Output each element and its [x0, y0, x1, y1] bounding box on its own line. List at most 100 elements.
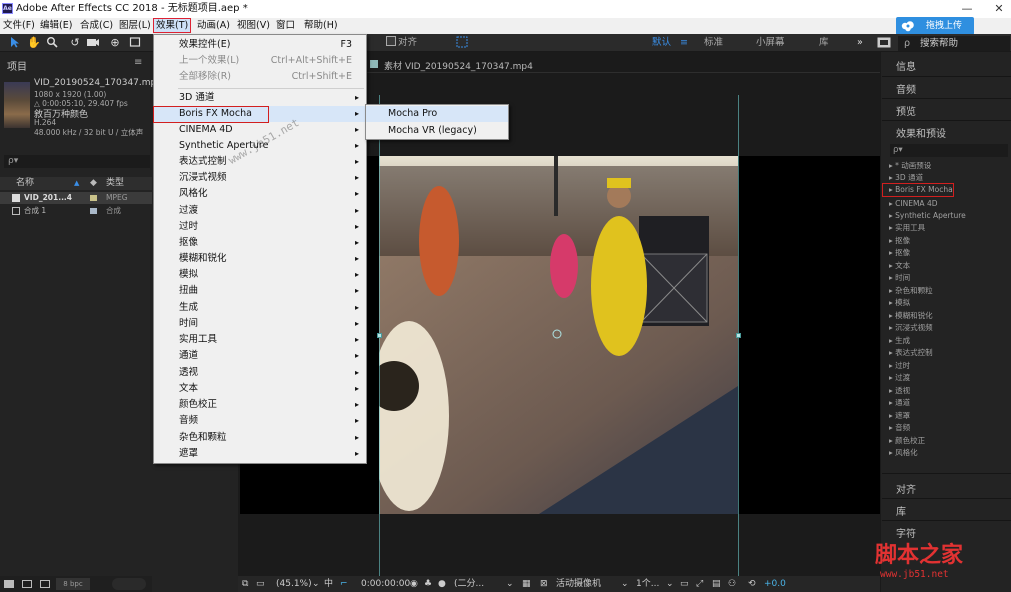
effect-category[interactable]: ▸ 模拟: [889, 297, 1009, 309]
workspace-menu-icon[interactable]: ≡: [680, 34, 688, 52]
effect-category[interactable]: ▸ CINEMA 4D: [889, 198, 1009, 210]
drag-upload-button[interactable]: 拖拽上传: [896, 17, 974, 35]
effect-category[interactable]: ▸ 文本: [889, 260, 1009, 272]
menu-item-stylize[interactable]: 风格化 ▸: [154, 186, 366, 202]
snap-options-icon[interactable]: [455, 36, 469, 50]
transparency-grid-icon[interactable]: ▦: [522, 576, 531, 592]
menu-item-time[interactable]: 时间 ▸: [154, 316, 366, 332]
viewer-tab[interactable]: 素材 VID_20190524_170347.mp4: [384, 59, 533, 72]
close-button[interactable]: ✕: [987, 0, 1011, 18]
menu-view[interactable]: 视图(V): [237, 18, 270, 34]
view-layout-dropdown[interactable]: 1个...: [636, 576, 659, 592]
menu-item-blur-sharpen[interactable]: 模糊和锐化 ▸: [154, 251, 366, 267]
preview-panel[interactable]: 预览: [896, 103, 916, 118]
effect-category[interactable]: ▸ 模糊和锐化: [889, 310, 1009, 322]
menu-help[interactable]: 帮助(H): [304, 18, 338, 34]
effect-category[interactable]: ▸ 抠像: [889, 247, 1009, 259]
menu-item-obsolete[interactable]: 过时 ▸: [154, 219, 366, 235]
region-of-interest-icon[interactable]: ⌐: [340, 576, 348, 592]
effect-category[interactable]: ▸ 遮罩: [889, 410, 1009, 422]
menu-item-last-effect[interactable]: 上一个效果(L) Ctrl+Alt+Shift+E: [154, 53, 366, 69]
workspace-libraries[interactable]: 库: [819, 34, 829, 52]
menu-file[interactable]: 文件(F): [3, 18, 35, 34]
transform-handle[interactable]: [377, 333, 382, 338]
snapshot-icon[interactable]: ◉: [410, 576, 418, 592]
menu-item-noise-grain[interactable]: 杂色和颗粒 ▸: [154, 430, 366, 446]
search-panel-icon[interactable]: [877, 37, 891, 51]
monitor-icon[interactable]: ▭: [256, 576, 265, 592]
camera-chevron-icon[interactable]: ⌄: [621, 576, 629, 592]
project-row[interactable]: VID_201...4 MPEG: [0, 192, 152, 204]
pan-behind-tool-icon[interactable]: ⊕: [108, 36, 122, 50]
effect-category[interactable]: ▸ * 动画预设: [889, 160, 1009, 172]
column-type[interactable]: 类型: [106, 177, 124, 190]
effect-category-boris-fx-mocha[interactable]: ▸ Boris FX Mocha: [882, 183, 954, 197]
menu-animation[interactable]: 动画(A): [197, 18, 230, 34]
submenu-item-mocha-pro[interactable]: Mocha Pro: [366, 106, 508, 122]
effect-category[interactable]: ▸ 风格化: [889, 447, 1009, 459]
menu-item-3d-channel[interactable]: 3D 通道 ▸: [154, 90, 366, 106]
new-composition-icon[interactable]: [40, 580, 50, 588]
workspace-default[interactable]: 默认: [652, 34, 671, 52]
menu-item-effect-controls[interactable]: 效果控件(E) F3: [154, 37, 366, 53]
effect-category[interactable]: ▸ 颜色校正: [889, 435, 1009, 447]
selection-tool-icon[interactable]: [8, 36, 22, 50]
menu-item-color-correction[interactable]: 颜色校正 ▸: [154, 397, 366, 413]
project-search-input[interactable]: ρ▾: [4, 155, 150, 168]
effect-category[interactable]: ▸ 过渡: [889, 372, 1009, 384]
effect-category[interactable]: ▸ 音频: [889, 422, 1009, 434]
new-folder-icon[interactable]: [22, 580, 32, 588]
menu-effect[interactable]: 效果(T): [153, 18, 192, 33]
effect-category[interactable]: ▸ 杂色和颗粒: [889, 285, 1009, 297]
effect-category[interactable]: ▸ 抠像: [889, 235, 1009, 247]
resolution-dropdown[interactable]: (二分...: [454, 576, 484, 592]
menu-item-simulation[interactable]: 模拟 ▸: [154, 267, 366, 283]
resolution-chevron-icon[interactable]: ⌄: [506, 576, 514, 592]
bpc-button[interactable]: 8 bpc: [56, 578, 90, 590]
project-row[interactable]: 合成 1 合成: [0, 205, 152, 217]
effect-category[interactable]: ▸ 透视: [889, 385, 1009, 397]
menu-item-generate[interactable]: 生成 ▸: [154, 300, 366, 316]
effect-category[interactable]: ▸ 表达式控制: [889, 347, 1009, 359]
menu-item-distort[interactable]: 扭曲 ▸: [154, 283, 366, 299]
hand-tool-icon[interactable]: ✋: [27, 36, 41, 50]
project-scroll[interactable]: [112, 578, 146, 590]
effect-category[interactable]: ▸ 时间: [889, 272, 1009, 284]
flowchart-icon[interactable]: ⚇: [728, 576, 736, 592]
exposure-reset-icon[interactable]: ⟲: [748, 576, 756, 592]
effect-category[interactable]: ▸ 生成: [889, 335, 1009, 347]
workspace-more-icon[interactable]: »: [857, 34, 863, 52]
effects-presets-panel[interactable]: 效果和预设: [896, 125, 946, 140]
workspace-standard[interactable]: 标准: [704, 34, 723, 52]
exposure-value[interactable]: +0.0: [764, 576, 786, 592]
interpret-footage-icon[interactable]: [4, 580, 14, 588]
menu-item-audio[interactable]: 音频 ▸: [154, 413, 366, 429]
menu-window[interactable]: 窗口: [276, 18, 295, 34]
camera-dropdown[interactable]: 活动摄像机: [556, 576, 601, 592]
menu-item-perspective[interactable]: 透视 ▸: [154, 365, 366, 381]
libraries-panel[interactable]: 库: [896, 503, 906, 518]
audio-panel[interactable]: 音频: [896, 81, 916, 96]
zoom-level[interactable]: (45.1%): [276, 576, 312, 592]
snapping-checkbox[interactable]: [384, 36, 398, 50]
color-channels-icon[interactable]: ●: [438, 576, 446, 592]
menu-item-boris-fx-mocha[interactable]: Boris FX Mocha ▸: [153, 106, 366, 123]
always-preview-icon[interactable]: ⧉: [242, 576, 248, 592]
menu-item-expression-controls[interactable]: 表达式控制 ▸: [154, 154, 366, 170]
panel-menu-icon[interactable]: ≡: [134, 57, 142, 68]
menu-item-immersive-video[interactable]: 沉浸式视频 ▸: [154, 170, 366, 186]
menu-item-channel[interactable]: 通道 ▸: [154, 348, 366, 364]
effects-search-input[interactable]: ρ▾: [890, 144, 1008, 157]
menu-composition[interactable]: 合成(C): [80, 18, 113, 34]
camera-tool-icon[interactable]: [86, 36, 100, 50]
view-layout-chevron-icon[interactable]: ⌄: [666, 576, 674, 592]
rotate-tool-icon[interactable]: ↺: [68, 36, 82, 50]
menu-layer[interactable]: 图层(L): [119, 18, 151, 34]
rectangle-tool-icon[interactable]: [128, 36, 142, 50]
effect-category[interactable]: ▸ 实用工具: [889, 222, 1009, 234]
effect-category[interactable]: ▸ 通道: [889, 397, 1009, 409]
sort-ascending-icon[interactable]: ▲: [74, 177, 79, 190]
column-name[interactable]: 名称: [16, 177, 34, 190]
zoom-tool-icon[interactable]: [45, 36, 59, 50]
zoom-dropdown-icon[interactable]: ⌄: [312, 576, 320, 592]
